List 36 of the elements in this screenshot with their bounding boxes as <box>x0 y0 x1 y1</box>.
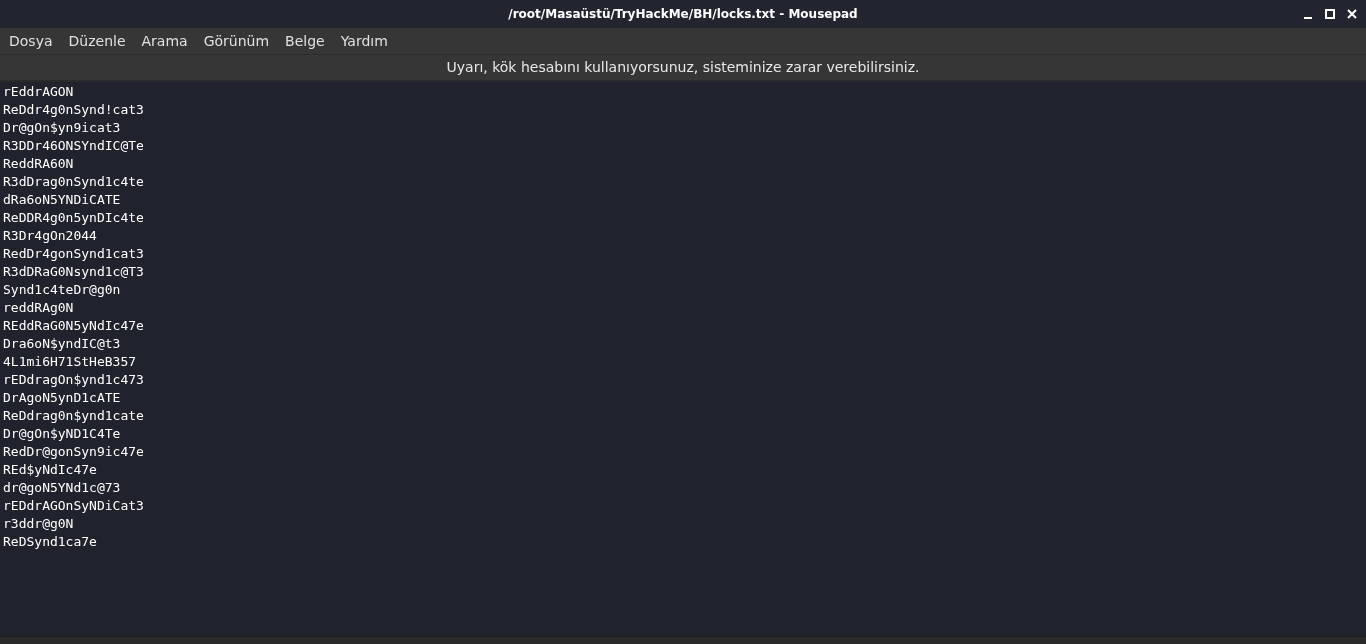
root-warning-message: Uyarı, kök hesabını kullanıyorsunuz, sisteminize zarar verebilirsiniz. <box>446 58 920 77</box>
menu-item[interactable]: Belge <box>279 30 331 52</box>
text-line: REd$yNdIc47e <box>3 461 97 479</box>
text-line: REddRaG0N5yNdIc47e <box>3 317 144 335</box>
text-line: R3Dr4gOn2044 <box>3 227 97 245</box>
text-line: ReDdrag0n$ynd1cate <box>3 407 144 425</box>
text-line: Dr@gOn$yn9icat3 <box>3 119 121 137</box>
menu-item[interactable]: Dosya <box>3 30 59 52</box>
text-line: ReDDR4g0n5ynDIc4te <box>3 209 144 227</box>
text-line: 4L1mi6H71StHeB357 <box>3 353 137 371</box>
text-line: rEDdragOn$ynd1c473 <box>3 371 144 389</box>
text-line: RedDr4gonSynd1cat3 <box>3 245 144 263</box>
text-line: R3dDrag0nSynd1c4te <box>3 173 144 191</box>
maximize-icon[interactable] <box>1324 8 1336 20</box>
menu-item[interactable]: Görünüm <box>197 30 276 52</box>
text-line: rEddrAGON <box>3 83 74 101</box>
text-line: ReddRA60N <box>3 155 74 173</box>
text-line: R3dDRaG0Nsynd1c@T3 <box>3 263 144 281</box>
text-line: DrAgoN5ynD1cATE <box>3 389 121 407</box>
text-line: ReDSynd1ca7e <box>3 533 97 551</box>
text-line: RedDr@gonSyn9ic47e <box>3 443 144 461</box>
text-line: dRa6oN5YNDiCATE <box>3 191 121 209</box>
text-line: Dr@gOn$yND1C4Te <box>3 425 121 443</box>
text-line: dr@goN5YNd1c@73 <box>3 479 121 497</box>
menu-item[interactable]: Yardım <box>334 30 394 52</box>
text-line: rEDdrAGOnSyNDiCat3 <box>3 497 144 515</box>
menu-item[interactable]: Düzenle <box>62 30 132 52</box>
text-line: R3DDr46ONSYndIC@Te <box>3 137 144 155</box>
text-line: ReDdr4g0nSynd!cat3 <box>3 101 144 119</box>
window-title: /root/Masaüstü/TryHackMe/BH/locks.txt - Mousepad <box>508 6 858 23</box>
text-line: Dra6oN$yndIC@t3 <box>3 335 121 353</box>
close-icon[interactable] <box>1346 8 1358 20</box>
text-line: reddRAg0N <box>3 299 74 317</box>
menu-item[interactable]: Arama <box>135 30 194 52</box>
text-line: Synd1c4teDr@g0n <box>3 281 121 299</box>
text-line: r3ddr@g0N <box>3 515 74 533</box>
